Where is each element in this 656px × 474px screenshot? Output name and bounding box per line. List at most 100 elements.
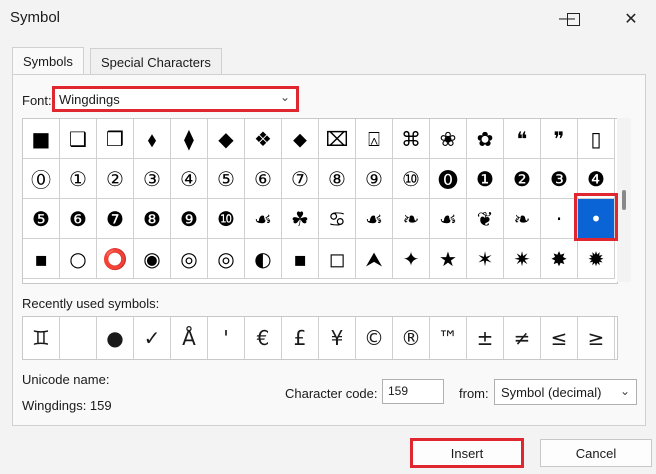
symbol-cell[interactable]: ⍓ bbox=[356, 119, 393, 159]
recent-symbol-cell[interactable]: ™ bbox=[430, 317, 467, 359]
symbol-cell[interactable]: ☙ bbox=[245, 199, 282, 239]
title-bar: Symbol — ✕ bbox=[0, 0, 656, 38]
symbol-cell[interactable]: ✦ bbox=[393, 239, 430, 279]
symbol-cell[interactable]: ◉ bbox=[134, 239, 171, 279]
symbol-cell[interactable]: ✹ bbox=[578, 239, 615, 279]
scroll-thumb[interactable] bbox=[622, 190, 626, 210]
symbol-cell[interactable]: ▪ bbox=[23, 239, 60, 279]
symbol-cell[interactable]: ❝ bbox=[504, 119, 541, 159]
recent-symbol-cell[interactable]: ✓ bbox=[134, 317, 171, 359]
recent-symbol-cell[interactable]: € bbox=[245, 317, 282, 359]
close-button[interactable]: ✕ bbox=[618, 6, 644, 32]
symbol-cell[interactable]: ⮝ bbox=[356, 239, 393, 279]
symbol-cell[interactable]: ⬧ bbox=[134, 119, 171, 159]
symbol-cell[interactable]: ④ bbox=[171, 159, 208, 199]
symbol-cell[interactable]: ❞ bbox=[541, 119, 578, 159]
symbol-cell[interactable]: ⑨ bbox=[356, 159, 393, 199]
symbol-cell[interactable]: ⧫ bbox=[171, 119, 208, 159]
recent-symbol-cell[interactable]: ' bbox=[208, 317, 245, 359]
symbol-cell[interactable]: ❖ bbox=[245, 119, 282, 159]
recent-symbol-cell[interactable]: ≤ bbox=[541, 317, 578, 359]
symbol-cell[interactable]: ❒ bbox=[97, 119, 134, 159]
insert-button[interactable]: Insert bbox=[410, 438, 524, 468]
symbol-cell[interactable]: ⌧ bbox=[319, 119, 356, 159]
symbol-cell[interactable]: ⬥ bbox=[282, 119, 319, 159]
symbol-cell[interactable]: ▯ bbox=[578, 119, 615, 159]
close-icon: ✕ bbox=[624, 11, 638, 28]
symbol-cell[interactable]: ❼ bbox=[97, 199, 134, 239]
recent-symbol-cell[interactable] bbox=[60, 317, 97, 359]
symbol-cell[interactable]: ◻ bbox=[319, 239, 356, 279]
symbol-cell[interactable]: ❺ bbox=[23, 199, 60, 239]
symbol-cell[interactable]: ⓪ bbox=[23, 159, 60, 199]
selection-highlight bbox=[574, 193, 618, 241]
symbol-cell[interactable]: ★ bbox=[430, 239, 467, 279]
tab-symbols[interactable]: Symbols bbox=[12, 47, 84, 76]
character-code-label: Character code: bbox=[285, 386, 378, 401]
symbol-cell[interactable]: ⑩ bbox=[393, 159, 430, 199]
symbol-cell[interactable]: ☘ bbox=[282, 199, 319, 239]
character-code-input[interactable]: 159 bbox=[382, 379, 444, 404]
symbol-cell[interactable]: ○ bbox=[60, 239, 97, 279]
symbol-cell[interactable]: ◐ bbox=[245, 239, 282, 279]
symbol-cell[interactable]: ⓿ bbox=[430, 159, 467, 199]
symbol-cell[interactable]: ❑ bbox=[60, 119, 97, 159]
recent-symbol-cell[interactable]: ≥ bbox=[578, 317, 615, 359]
symbol-cell[interactable]: ◆ bbox=[208, 119, 245, 159]
symbol-cell[interactable]: ✶ bbox=[467, 239, 504, 279]
symbol-cell[interactable]: ⑥ bbox=[245, 159, 282, 199]
symbol-cell[interactable]: ▪ bbox=[282, 239, 319, 279]
symbol-cell[interactable]: ◎ bbox=[171, 239, 208, 279]
symbol-cell[interactable]: ❽ bbox=[134, 199, 171, 239]
symbol-cell[interactable]: ❸ bbox=[541, 159, 578, 199]
symbol-cell[interactable]: ❧ bbox=[393, 199, 430, 239]
symbol-cell[interactable]: ◎ bbox=[208, 239, 245, 279]
recent-symbol-cell[interactable]: ¥ bbox=[319, 317, 356, 359]
chevron-down-icon: ⌄ bbox=[279, 90, 290, 104]
tab-special-characters[interactable]: Special Characters bbox=[90, 48, 222, 77]
symbol-cell[interactable]: ❻ bbox=[60, 199, 97, 239]
recent-symbol-cell[interactable]: £ bbox=[282, 317, 319, 359]
symbol-cell[interactable]: ■ bbox=[23, 119, 60, 159]
recent-symbol-cell[interactable]: ± bbox=[467, 317, 504, 359]
grid-scrollbar[interactable] bbox=[617, 118, 631, 282]
symbol-cell[interactable]: ⑧ bbox=[319, 159, 356, 199]
symbol-cell[interactable]: ② bbox=[97, 159, 134, 199]
symbol-cell[interactable]: ③ bbox=[134, 159, 171, 199]
symbol-cell[interactable]: ⑤ bbox=[208, 159, 245, 199]
font-label: Font: bbox=[22, 93, 52, 108]
tab-special-label: Special Characters bbox=[101, 55, 211, 70]
symbol-cell[interactable]: ❷ bbox=[504, 159, 541, 199]
symbol-cell[interactable]: ❀ bbox=[430, 119, 467, 159]
symbol-cell[interactable]: ☙ bbox=[430, 199, 467, 239]
recent-symbol-cell[interactable]: ● bbox=[97, 317, 134, 359]
symbol-cell[interactable]: ☙ bbox=[356, 199, 393, 239]
symbol-cell[interactable]: ✿ bbox=[467, 119, 504, 159]
symbol-cell[interactable]: ✸ bbox=[541, 239, 578, 279]
maximize-button[interactable] bbox=[560, 6, 586, 32]
font-select[interactable]: Wingdings ⌄ bbox=[52, 86, 299, 112]
symbol-cell[interactable]: ⭕ bbox=[97, 239, 134, 279]
symbol-cell[interactable]: ❧ bbox=[504, 199, 541, 239]
symbol-grid[interactable]: ■ ❑ ❒ ⬧ ⧫ ◆ ❖ ⬥ ⌧ ⍓ ⌘ ❀ ✿ ❝ ❞ ▯ ⓪ ① ② ③ ④ ⑤ ⑥ ⑦ ⑧ ⑨ ⑩ ⓿ ❶ ❷ ❸ ❹ ❺ ❻ ❼ ❽ ❾ ❿ ☙ ☘… bbox=[22, 118, 618, 284]
insert-label: Insert bbox=[450, 445, 484, 461]
recent-symbol-cell[interactable]: ≠ bbox=[504, 317, 541, 359]
symbol-cell[interactable]: ❦ bbox=[467, 199, 504, 239]
recent-symbol-cell[interactable]: © bbox=[356, 317, 393, 359]
recent-symbols[interactable]: ♊ ● ✓ Å ' € £ ¥ © ® ™ ± ≠ ≤ ≥ bbox=[22, 316, 618, 360]
symbol-cell[interactable]: ✷ bbox=[504, 239, 541, 279]
recent-symbol-cell[interactable]: Å bbox=[171, 317, 208, 359]
symbol-cell[interactable]: ⑦ bbox=[282, 159, 319, 199]
symbol-cell[interactable]: ❶ bbox=[467, 159, 504, 199]
unicode-name-value: Wingdings: 159 bbox=[22, 398, 112, 413]
symbol-cell[interactable]: ① bbox=[60, 159, 97, 199]
from-select[interactable]: Symbol (decimal) ⌄ bbox=[494, 379, 637, 405]
recent-symbol-cell[interactable]: ® bbox=[393, 317, 430, 359]
symbol-cell[interactable]: ⌘ bbox=[393, 119, 430, 159]
symbol-cell[interactable]: ♋ bbox=[319, 199, 356, 239]
symbol-cell[interactable]: ❿ bbox=[208, 199, 245, 239]
recent-symbol-cell[interactable]: ♊ bbox=[23, 317, 60, 359]
symbol-cell[interactable]: ❾ bbox=[171, 199, 208, 239]
symbol-cell[interactable]: · bbox=[541, 199, 578, 239]
cancel-button[interactable]: Cancel bbox=[540, 439, 652, 467]
